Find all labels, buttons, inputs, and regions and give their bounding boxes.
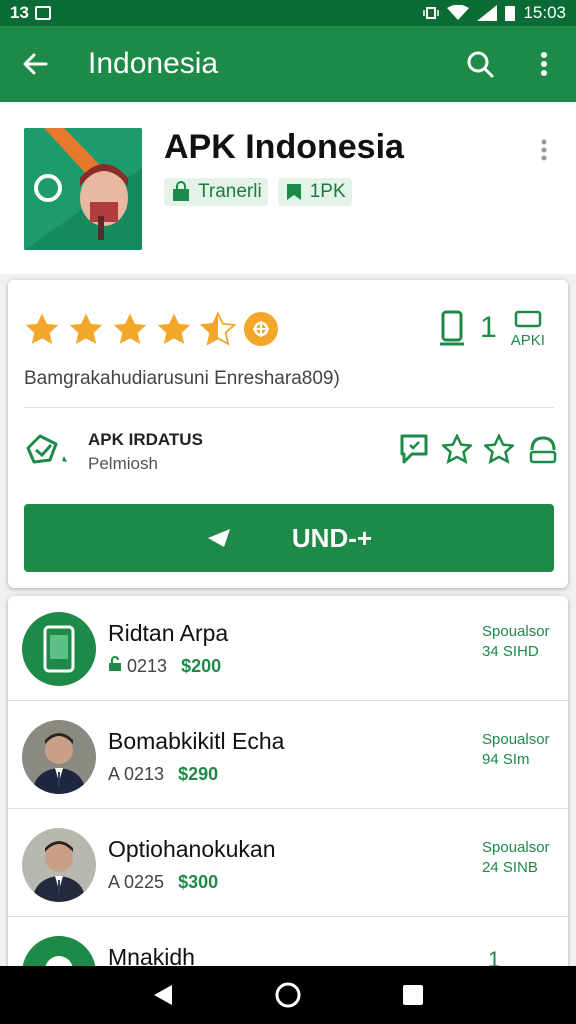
app-bar: Indonesia [0, 26, 576, 102]
rating-subtitle: Bamgrakahudiarusuni Enreshara809) [24, 368, 340, 389]
page-title: Indonesia [88, 47, 219, 80]
item-side-info: Spoualsor 34 SIHD [482, 623, 550, 660]
star-icon [113, 313, 147, 344]
notification-icon [34, 6, 51, 20]
avatar [22, 828, 96, 902]
nav-back-button[interactable] [143, 975, 183, 1015]
lock-icon [109, 656, 121, 671]
back-button[interactable] [0, 26, 70, 102]
battery-icon [505, 5, 516, 21]
nav-recents-button[interactable] [393, 975, 433, 1015]
star-half-icon [200, 312, 236, 346]
star-icon [69, 313, 103, 344]
verified-icon [24, 430, 76, 475]
status-title: APK IRDATUS [88, 430, 203, 449]
phone-app-icon [22, 612, 96, 686]
tag-category[interactable]: Tranerli [164, 178, 268, 206]
install-button-label: UND-+ [291, 522, 373, 553]
item-side-info: Spoualsor 94 SIm [482, 731, 550, 768]
more-vert-icon [541, 139, 547, 161]
send-icon [207, 529, 230, 547]
status-time: 15:03 [523, 3, 566, 22]
search-button[interactable] [448, 26, 512, 102]
item-code: A 0225 [108, 872, 165, 892]
divider [24, 407, 554, 408]
wifi-icon [447, 5, 470, 20]
star-icon [157, 313, 191, 344]
item-price: $200 [181, 656, 222, 676]
nav-home-icon [275, 982, 301, 1008]
divider [8, 808, 568, 809]
item-code: A 0213 [108, 764, 165, 784]
app-header: APK Indonesia Tranerli 1PK [0, 102, 576, 274]
header-more-button[interactable] [528, 132, 560, 168]
star-outline-icon[interactable] [484, 434, 514, 464]
star-outline-icon[interactable] [442, 434, 472, 464]
shop-icon [173, 181, 189, 201]
bookmark-icon [286, 184, 301, 200]
item-price: $300 [178, 872, 219, 892]
message-icon [514, 310, 542, 328]
status-time-left: 13 [10, 3, 29, 22]
count-label: APKI [510, 332, 545, 349]
list-item[interactable]: Bomabkikitl Echa A 0213 $290 Spoualsor 9… [8, 704, 568, 812]
nav-back-icon [153, 985, 172, 1005]
list-item[interactable]: Optiohanokukan A 0225 $300 Spoualsor 24 … [8, 812, 568, 920]
tag-type[interactable]: 1PK [277, 178, 352, 206]
status-bar: 13 15:03 [0, 0, 576, 26]
item-code: 0213 [108, 656, 167, 677]
overflow-menu-button[interactable] [512, 26, 576, 102]
app-list: Ridtan Arpa 0213 $200 Spoualsor 34 SIHD … [8, 596, 568, 976]
app-icon [24, 128, 142, 250]
divider [8, 700, 568, 701]
rating-card: 1 APKI Bamgrakahudiarusuni Enreshara809)… [8, 280, 568, 588]
rating-badge-icon [244, 312, 278, 346]
vibrate-icon [423, 7, 440, 19]
status-subtitle: Pelmiosh [88, 454, 158, 473]
avatar [22, 720, 96, 794]
search-icon [467, 51, 494, 78]
star-icon [25, 313, 59, 344]
install-count: 1 [480, 311, 497, 344]
item-name: Optiohanokukan [108, 836, 276, 862]
item-price: $290 [178, 764, 219, 784]
nav-home-button[interactable] [268, 975, 308, 1015]
cloud-download-icon[interactable] [526, 432, 560, 466]
install-button[interactable]: UND-+ [24, 504, 554, 572]
item-side-info: Spoualsor 24 SINB [482, 839, 550, 876]
more-vert-icon [541, 52, 547, 76]
signal-icon [477, 5, 498, 21]
chat-icon[interactable] [398, 432, 430, 466]
tag-label: 1PK [309, 181, 346, 202]
list-item[interactable]: Ridtan Arpa 0213 $200 Spoualsor 34 SIHD [8, 596, 568, 704]
phone-device-icon [440, 310, 464, 346]
item-name: Ridtan Arpa [108, 620, 229, 646]
star-rating [24, 312, 278, 346]
arrow-back-icon [23, 53, 48, 75]
system-nav-bar [0, 966, 576, 1024]
item-name: Bomabkikitl Echa [108, 728, 285, 754]
nav-recents-icon [403, 985, 424, 1005]
tag-label: Tranerli [198, 181, 262, 202]
divider [8, 916, 568, 917]
app-name: APK Indonesia [164, 128, 404, 166]
